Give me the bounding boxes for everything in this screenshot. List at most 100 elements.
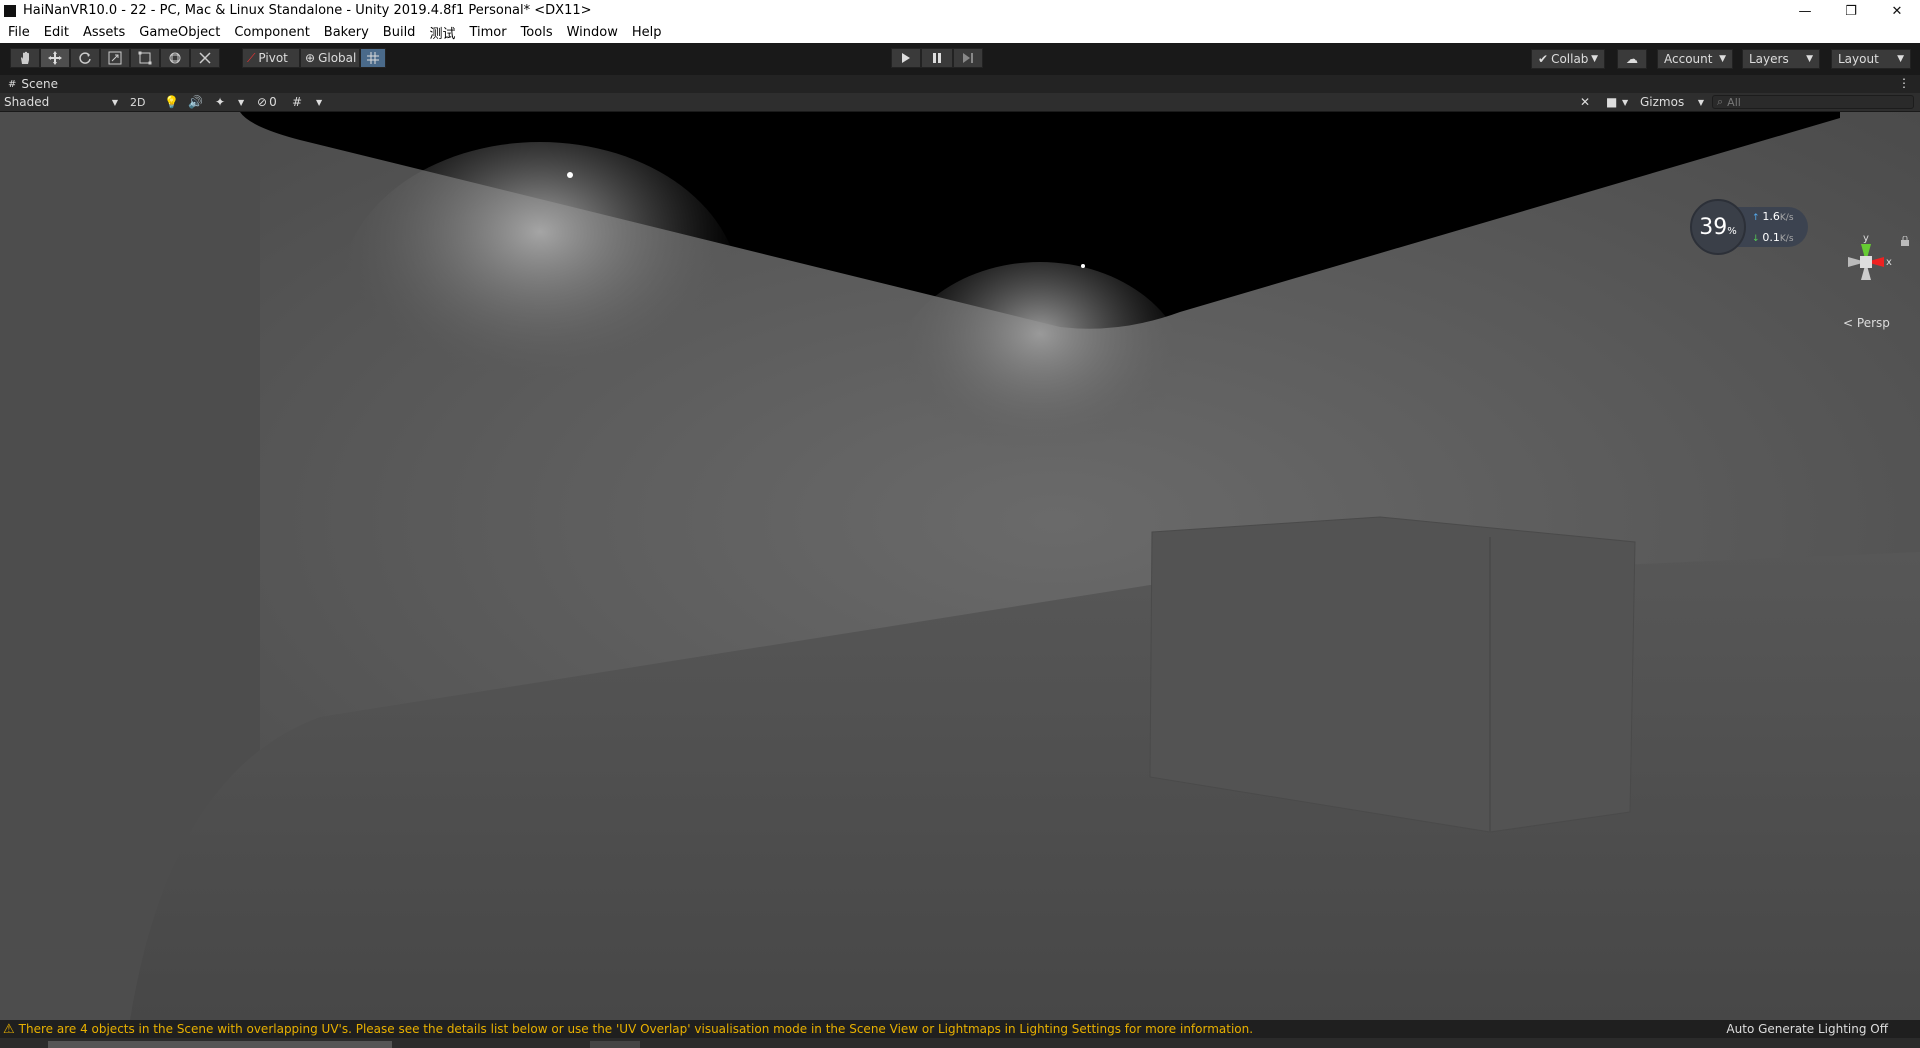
upload-value: 1.6 <box>1762 210 1780 223</box>
chevron-left-icon: < <box>1843 316 1854 330</box>
cloud-button[interactable]: ☁ <box>1617 49 1647 69</box>
lighting-toggle-icon[interactable]: 💡 <box>164 94 179 110</box>
menu-build[interactable]: Build <box>383 25 416 40</box>
pause-icon[interactable] <box>921 48 953 68</box>
global-button[interactable]: ⊕ Global <box>300 48 360 68</box>
light-gizmo-icon[interactable] <box>1081 264 1085 268</box>
chevron-down-icon[interactable]: ▼ <box>238 94 244 110</box>
taskbar-item <box>48 1041 392 1048</box>
main-toolbar: ⟋ Pivot ⊕ Global ✔ Collab ▼ ☁ Account ▼ <box>0 43 1920 75</box>
snap-grid-icon[interactable] <box>360 48 386 68</box>
custom-tool-icon[interactable] <box>190 48 220 68</box>
menu-component[interactable]: Component <box>234 25 309 40</box>
download-value: 0.1 <box>1762 231 1780 244</box>
rotate-tool-icon[interactable] <box>70 48 100 68</box>
audio-toggle-icon[interactable]: 🔊 <box>188 94 203 110</box>
persp-text: Persp <box>1856 316 1890 330</box>
chevron-down-icon[interactable]: ▼ <box>316 94 322 110</box>
grid-icon: # <box>8 78 17 90</box>
shading-mode-label: Shaded <box>4 95 50 109</box>
scene-toolbar: Shaded ▼ 2D 💡 🔊 ✦ ▼ ⊘ 0 # ▼ ✕ ■ ▼ Gizmos… <box>0 93 1920 112</box>
lock-icon[interactable] <box>1900 236 1910 246</box>
taskbar-strip <box>0 1038 1920 1048</box>
step-icon[interactable] <box>953 48 983 68</box>
tools-icon[interactable]: ✕ <box>1580 94 1590 110</box>
menu-assets[interactable]: Assets <box>83 25 125 40</box>
box-object <box>1149 516 1636 833</box>
menu-file[interactable]: File <box>8 25 30 40</box>
shading-mode-dropdown[interactable]: Shaded ▼ <box>4 94 118 110</box>
play-icon[interactable] <box>891 48 921 68</box>
2d-toggle[interactable]: 2D <box>130 94 145 110</box>
persp-label[interactable]: < Persp <box>1843 316 1890 330</box>
gizmos-label: Gizmos <box>1640 95 1685 109</box>
minimize-button[interactable]: — <box>1782 0 1828 22</box>
chevron-down-icon: ▼ <box>1806 54 1813 64</box>
collab-dropdown[interactable]: ✔ Collab ▼ <box>1531 49 1605 69</box>
scene-search-input[interactable]: ⌕ All <box>1712 95 1914 109</box>
menu-help[interactable]: Help <box>632 25 662 40</box>
layout-dropdown[interactable]: Layout ▼ <box>1831 49 1911 69</box>
gizmo-y-label: y <box>1863 233 1869 244</box>
check-icon: ✔ <box>1538 52 1549 66</box>
layers-dropdown[interactable]: Layers ▼ <box>1742 49 1820 69</box>
menu-tools[interactable]: Tools <box>521 25 553 40</box>
hand-tool-icon[interactable] <box>10 48 40 68</box>
account-dropdown[interactable]: Account ▼ <box>1657 49 1733 69</box>
menu-timor[interactable]: Timor <box>469 25 506 40</box>
more-options-icon[interactable]: ⋮ <box>1898 76 1910 90</box>
scene-view[interactable]: y x < Persp 39% ↑ 1.6K/s ↓ 0.1K/s <box>0 112 1920 1020</box>
cpu-percent: 39 <box>1699 214 1728 240</box>
move-tool-icon[interactable] <box>40 48 70 68</box>
menu-bar: File Edit Assets GameObject Component Ba… <box>0 22 1920 43</box>
scene-tab-row: # Scene ⋮ <box>0 75 1920 93</box>
taskbar-item <box>590 1041 640 1048</box>
playback-controls <box>891 48 983 68</box>
light-gizmo-icon[interactable] <box>567 172 573 178</box>
gizmo-x-label: x <box>1886 257 1892 268</box>
pivot-button[interactable]: ⟋ Pivot <box>242 48 300 68</box>
gizmo-center[interactable] <box>1860 256 1872 268</box>
menu-test[interactable]: 测试 <box>429 23 455 42</box>
chevron-down-icon[interactable]: ▼ <box>1622 94 1628 110</box>
hidden-count: 0 <box>269 95 277 109</box>
orientation-gizmo[interactable]: y x <box>1836 232 1896 312</box>
spotlight-glow <box>340 142 740 442</box>
layers-label: Layers <box>1749 52 1789 66</box>
chevron-down-icon: ▼ <box>111 97 118 107</box>
status-bar[interactable]: ⚠ There are 4 objects in the Scene with … <box>0 1020 1920 1038</box>
download-rate: ↓ 0.1K/s <box>1752 231 1794 244</box>
chevron-down-icon: ▼ <box>1697 97 1704 107</box>
warning-message[interactable]: There are 4 objects in the Scene with ov… <box>19 1022 1253 1036</box>
title-bar: HaiNanVR10.0 - 22 - PC, Mac & Linux Stan… <box>0 0 1920 22</box>
transform-tools <box>10 48 220 68</box>
grid-toggle-icon[interactable]: # <box>292 94 302 110</box>
search-icon: ⌕ <box>1717 95 1724 108</box>
performance-overlay: 39% ↑ 1.6K/s ↓ 0.1K/s <box>1690 199 1810 257</box>
hidden-objects-toggle[interactable]: ⊘ 0 <box>257 94 277 110</box>
arrow-up-icon: ↑ <box>1752 213 1763 223</box>
tab-scene[interactable]: # Scene <box>0 75 66 93</box>
maximize-button[interactable]: ❐ <box>1828 0 1874 22</box>
layout-label: Layout <box>1838 52 1879 66</box>
effects-toggle-icon[interactable]: ✦ <box>215 94 225 110</box>
scene-render <box>0 112 1920 1020</box>
rect-tool-icon[interactable] <box>130 48 160 68</box>
unity-icon <box>4 5 16 17</box>
tab-scene-label: Scene <box>21 77 58 91</box>
menu-gameobject[interactable]: GameObject <box>139 25 220 40</box>
warning-icon: ⚠ <box>3 1021 15 1037</box>
menu-bakery[interactable]: Bakery <box>324 25 369 40</box>
gizmos-dropdown[interactable]: Gizmos ▼ <box>1640 94 1704 110</box>
menu-edit[interactable]: Edit <box>44 25 69 40</box>
arrow-down-icon: ↓ <box>1752 234 1763 244</box>
cloud-icon: ☁ <box>1626 52 1638 66</box>
camera-icon[interactable]: ■ <box>1606 94 1617 110</box>
transform-tool-icon[interactable] <box>160 48 190 68</box>
close-button[interactable]: ✕ <box>1874 0 1920 22</box>
global-label: Global <box>318 51 357 65</box>
menu-window[interactable]: Window <box>567 25 618 40</box>
lighting-status[interactable]: Auto Generate Lighting Off <box>1726 1022 1888 1036</box>
scale-tool-icon[interactable] <box>100 48 130 68</box>
spotlight-glow <box>890 262 1190 502</box>
